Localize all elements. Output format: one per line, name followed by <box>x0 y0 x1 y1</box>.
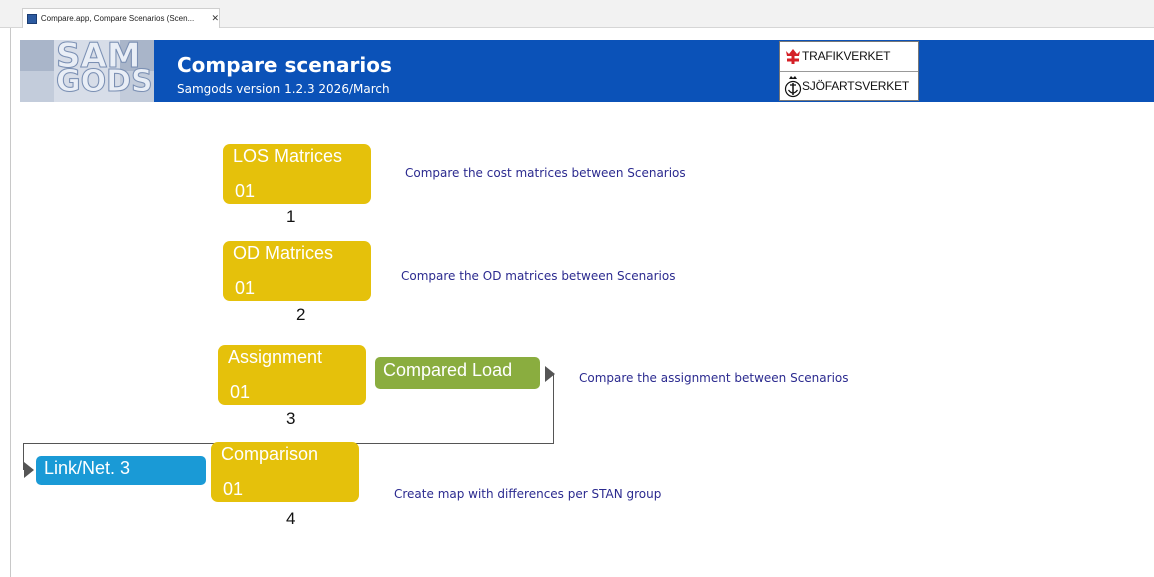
step-name: Assignment <box>228 347 323 367</box>
app-icon <box>27 13 37 24</box>
compared-load-output[interactable]: Compared Load <box>375 357 540 389</box>
step-number: 01 <box>223 479 244 499</box>
input-label: Link/Net. 3 <box>44 458 131 478</box>
step-od-matrices-block[interactable]: OD Matrices 01 <box>223 241 371 301</box>
step-description: Create map with differences per STAN gro… <box>394 487 662 501</box>
sjofartsverket-label: SJÖFARTSVERKET <box>802 79 910 93</box>
sjofartsverket-logo: SJÖFARTSVERKET <box>784 74 909 98</box>
step-number: 01 <box>230 382 251 402</box>
step-index: 1 <box>286 207 296 226</box>
step-description: Compare the assignment between Scenarios <box>579 371 849 385</box>
step-name: Comparison <box>221 444 319 464</box>
output-label: Compared Load <box>383 360 513 380</box>
connection-line <box>553 374 554 444</box>
tab-title: Compare.app, Compare Scenarios (Scen... <box>40 14 195 23</box>
step-index: 4 <box>286 509 296 528</box>
samgods-logo: SAM GODS <box>20 36 154 102</box>
step-number: 01 <box>235 278 256 298</box>
step-assignment-block[interactable]: Assignment 01 <box>218 345 366 405</box>
agency-logos: TRAFIKVERKET SJÖFARTSVERKET <box>779 41 919 101</box>
page-subtitle: Samgods version 1.2.3 2026/March <box>177 82 390 96</box>
step-los-matrices-block[interactable]: LOS Matrices 01 <box>223 144 371 204</box>
step-name: OD Matrices <box>233 243 334 263</box>
step-index: 2 <box>296 305 306 324</box>
tab-compare-scenarios[interactable]: Compare.app, Compare Scenarios (Scen... … <box>22 8 220 28</box>
anchor-crown-icon <box>784 76 802 98</box>
logo-line2: GODS <box>56 64 154 100</box>
step-name: LOS Matrices <box>233 146 343 166</box>
step-index: 3 <box>286 409 296 428</box>
page-title: Compare scenarios <box>177 53 392 77</box>
trafikverket-label: TRAFIKVERKET <box>802 49 891 63</box>
step-description: Compare the OD matrices between Scenario… <box>401 269 676 283</box>
step-description: Compare the cost matrices between Scenar… <box>405 166 686 180</box>
step-comparison-block[interactable]: Comparison 01 <box>211 442 359 502</box>
window-edge <box>10 28 11 577</box>
crown-cross-icon <box>786 49 800 64</box>
link-net-input[interactable]: Link/Net. 3 <box>36 456 206 485</box>
trafikverket-logo: TRAFIKVERKET <box>784 47 890 65</box>
close-icon[interactable]: ✕ <box>211 13 219 24</box>
tab-strip: Compare.app, Compare Scenarios (Scen... … <box>0 0 1154 28</box>
agency-divider <box>780 71 918 72</box>
input-port-arrow[interactable] <box>24 462 34 478</box>
step-number: 01 <box>235 181 256 201</box>
